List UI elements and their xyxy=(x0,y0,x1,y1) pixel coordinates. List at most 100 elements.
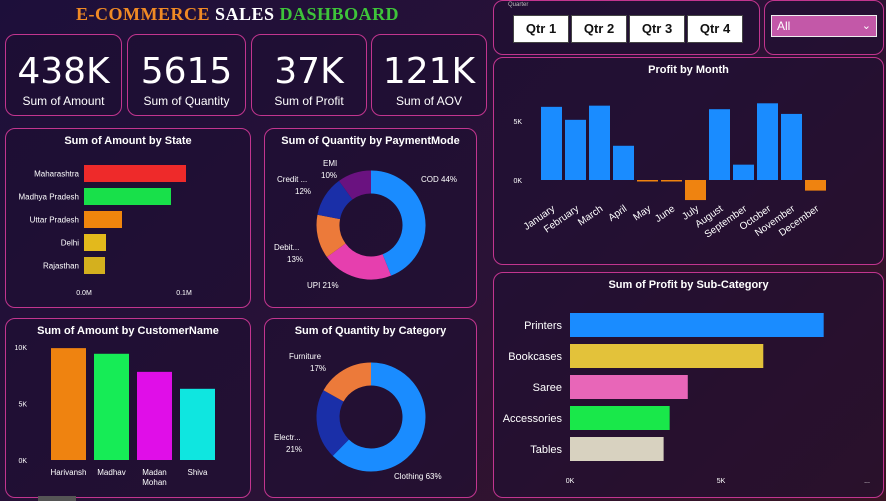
month-bar xyxy=(541,106,562,180)
state-x-tick: 0.0M xyxy=(76,290,92,297)
state-chart: Maharashtra Madhya Pradesh Uttar Pradesh De… xyxy=(19,165,192,297)
subcat-chart-card: Sum of Profit by Sub-Category Printers Bo… xyxy=(493,272,884,498)
kpi-quantity-card: 5615 Sum of Quantity xyxy=(127,34,246,116)
category-slice-label: Clothing 63% xyxy=(394,472,442,481)
title-part-dashboard: DASHBOARD xyxy=(279,4,400,24)
kpi-amount-card: 438K Sum of Amount xyxy=(5,34,122,116)
month-label: June xyxy=(653,203,677,225)
qtr2-button[interactable]: Qtr 2 xyxy=(571,15,627,43)
qtr1-button[interactable]: Qtr 1 xyxy=(513,15,569,43)
month-bar xyxy=(637,180,658,182)
subcat-overflow-indicator: ... xyxy=(864,478,870,485)
payment-slice-label: COD 44% xyxy=(421,175,457,184)
customer-label: Shiva xyxy=(187,468,208,477)
month-bar xyxy=(661,180,682,182)
dashboard-title: E-COMMERCE SALES DASHBOARD xyxy=(76,4,399,25)
subcat-bar xyxy=(570,375,688,399)
subcat-chart: Printers Bookcases Saree Accessories Tables 0… xyxy=(503,313,870,485)
customer-bar xyxy=(51,348,86,460)
customer-bar xyxy=(94,353,129,460)
title-part-ecommerce: E-COMMERCE xyxy=(76,4,210,24)
title-part-sales: SALES xyxy=(215,4,275,24)
category-category-label: Electr... xyxy=(274,433,301,442)
state-bar xyxy=(84,211,122,228)
category-slice xyxy=(323,362,372,403)
customer-label: Harivansh xyxy=(50,468,86,477)
subcat-x-tick: 5K xyxy=(717,478,726,485)
payment-percent-label: 13% xyxy=(287,255,303,264)
state-label: Rajasthan xyxy=(43,262,79,271)
payment-category-label: Debit... xyxy=(274,243,299,252)
payment-slice xyxy=(370,170,426,276)
kpi-profit-label: Sum of Profit xyxy=(274,94,344,108)
state-label: Madhya Pradesh xyxy=(19,193,79,202)
payment-percent-label: 10% xyxy=(321,171,337,180)
filter-dropdown[interactable]: All ⌄ xyxy=(771,15,877,37)
kpi-amount-value: 438K xyxy=(17,51,110,92)
customer-y-tick: 0K xyxy=(18,458,27,465)
subcat-bar xyxy=(570,313,824,337)
state-chart-card: Sum of Amount by State Maharashtra Madhya… xyxy=(5,128,251,308)
month-y-tick: 5K xyxy=(513,119,522,126)
customer-label: Madhav xyxy=(97,468,125,477)
page-scroll-tab[interactable] xyxy=(38,496,76,501)
state-x-tick: 0.1M xyxy=(176,290,192,297)
category-chart-card: Sum of Quantity by Category Clothing 63%… xyxy=(264,318,477,498)
subcat-label: Tables xyxy=(530,444,562,456)
slicer-label: Quarter xyxy=(508,2,529,8)
subcat-label: Saree xyxy=(533,382,562,394)
customer-label: Madan Mohan xyxy=(142,468,166,487)
kpi-aov-value: 121K xyxy=(382,51,476,92)
subcat-label: Bookcases xyxy=(508,351,562,363)
payment-category-label: Credit ... xyxy=(277,175,307,184)
quarter-slicer: Quarter Qtr 1 Qtr 2 Qtr 3 Qtr 4 xyxy=(493,0,760,55)
kpi-quantity-label: Sum of Quantity xyxy=(143,94,230,108)
kpi-profit-card: 37K Sum of Profit xyxy=(251,34,367,116)
state-label: Delhi xyxy=(61,239,79,248)
subcat-bar xyxy=(570,437,664,461)
customer-y-tick: 5K xyxy=(18,402,27,409)
month-bar xyxy=(613,145,634,180)
state-bar xyxy=(84,188,171,205)
subcat-x-tick: 0K xyxy=(566,478,575,485)
subcat-bar xyxy=(570,406,670,430)
payment-slice xyxy=(316,214,346,258)
customer-bar xyxy=(180,388,215,460)
month-label: April xyxy=(607,203,630,223)
state-bar xyxy=(84,234,106,251)
month-y-tick: 0K xyxy=(513,178,522,185)
payment-chart: COD 44% UPI 21% Debit... 13% Credit ... 12% EM… xyxy=(274,159,457,290)
state-bar xyxy=(84,257,105,274)
customer-y-tick: 10K xyxy=(15,345,28,352)
state-label: Maharashtra xyxy=(34,170,79,179)
kpi-aov-label: Sum of AOV xyxy=(395,94,463,108)
qtr4-button[interactable]: Qtr 4 xyxy=(687,15,743,43)
month-chart: 5K0KJanuaryFebruaryMarch April May June July… xyxy=(513,103,826,241)
month-bar xyxy=(805,180,826,191)
month-bar xyxy=(757,103,778,180)
payment-slice xyxy=(326,243,392,280)
subcat-label: Printers xyxy=(524,320,562,332)
month-bar xyxy=(709,109,730,180)
qtr3-button[interactable]: Qtr 3 xyxy=(629,15,685,43)
dropdown-selected-value: All xyxy=(777,19,791,33)
payment-chart-card: Sum of Quantity by PaymentMode COD 44% UP… xyxy=(264,128,477,308)
payment-category-label: EMI xyxy=(323,159,337,168)
month-bar xyxy=(781,113,802,180)
customer-bar xyxy=(137,371,172,460)
month-label: May xyxy=(631,203,653,223)
category-category-label: Furniture xyxy=(289,352,322,361)
state-bar xyxy=(84,165,186,182)
kpi-aov-card: 121K Sum of AOV xyxy=(371,34,487,116)
subcat-bar xyxy=(570,344,764,368)
month-bar xyxy=(733,164,754,180)
payment-percent-label: 12% xyxy=(295,187,311,196)
kpi-quantity-value: 5615 xyxy=(140,51,233,92)
category-chart: Clothing 63% Electr... 21% Furniture 17% xyxy=(274,352,442,481)
category-percent-label: 21% xyxy=(286,445,302,454)
subcat-label: Accessories xyxy=(503,413,563,425)
payment-slice xyxy=(317,180,354,220)
kpi-amount-label: Sum of Amount xyxy=(22,94,105,108)
chevron-down-icon: ⌄ xyxy=(861,20,871,32)
state-label: Uttar Pradesh xyxy=(30,216,79,225)
